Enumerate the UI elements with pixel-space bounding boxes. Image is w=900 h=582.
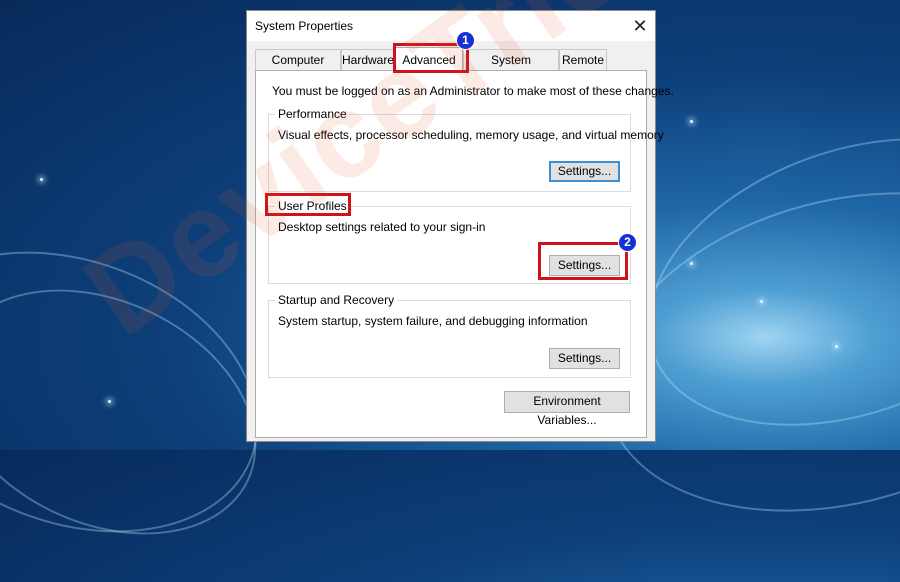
step-2-badge: 2 [618, 233, 637, 252]
admin-notice: You must be logged on as an Administrato… [272, 84, 674, 98]
startup-recovery-group: Startup and Recovery System startup, sys… [268, 293, 631, 378]
sparkle [835, 345, 838, 348]
performance-group: Performance Visual effects, processor sc… [268, 107, 664, 192]
sparkle [760, 300, 763, 303]
advanced-tab-highlight [393, 43, 469, 73]
startup-recovery-title: Startup and Recovery [275, 293, 398, 307]
step-1-badge: 1 [456, 31, 475, 50]
close-icon[interactable]: ✕ [625, 11, 655, 41]
system-properties-window: System Properties ✕ Computer Name Hardwa… [246, 10, 674, 442]
performance-description: Visual effects, processor scheduling, me… [278, 128, 664, 142]
startup-recovery-description: System startup, system failure, and debu… [278, 314, 588, 328]
tab-computer-name[interactable]: Computer Name [255, 49, 341, 88]
tab-remote[interactable]: Remote [559, 49, 607, 70]
title-bar: System Properties ✕ [247, 11, 655, 41]
tab-hardware[interactable]: Hardware [341, 49, 395, 70]
user-profiles-settings-highlight [538, 242, 628, 280]
window-title: System Properties [255, 19, 354, 33]
performance-title: Performance [275, 107, 350, 121]
sparkle [40, 178, 43, 181]
environment-variables-button[interactable]: Environment Variables... [504, 391, 630, 427]
user-profiles-title-highlight [265, 193, 351, 216]
sparkle [690, 120, 693, 123]
user-profiles-description: Desktop settings related to your sign-in [278, 220, 486, 234]
sparkle [690, 262, 693, 265]
performance-settings-button[interactable]: Settings... [549, 161, 620, 182]
startup-recovery-settings-button[interactable]: Settings... [549, 348, 620, 369]
sparkle [108, 400, 111, 403]
tab-system-protection[interactable]: System Protection [463, 49, 559, 88]
